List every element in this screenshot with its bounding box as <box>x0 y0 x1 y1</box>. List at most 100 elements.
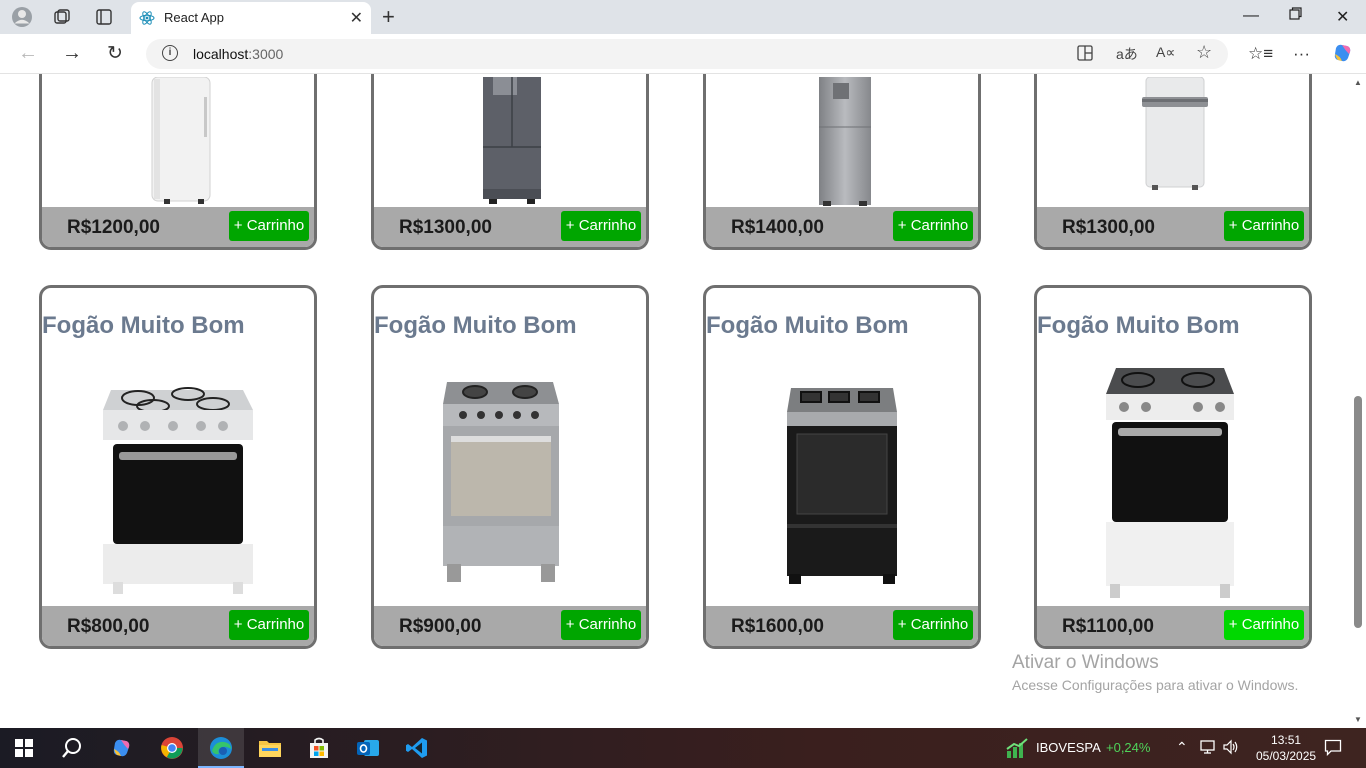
watermark-subtitle: Acesse Configurações para ativar o Windo… <box>1012 677 1299 693</box>
url-bar[interactable]: i localhost:3000 aあ A∝ ☆ <box>146 39 1228 69</box>
product-image-fridge <box>42 77 314 207</box>
ticker-name[interactable]: IBOVESPA <box>1036 740 1101 755</box>
site-info-icon[interactable]: i <box>162 45 178 61</box>
close-tab-icon[interactable]: ✕ <box>350 8 363 28</box>
close-window-icon[interactable]: ✕ <box>1336 7 1349 27</box>
product-image-stove <box>706 384 978 594</box>
product-price: R$800,00 <box>67 616 150 637</box>
volume-icon[interactable] <box>1222 739 1240 758</box>
product-title: Fogão Muito Bom <box>374 312 577 339</box>
product-card: Fogão Muito Bom R$900,00 + Carrinho <box>371 285 649 649</box>
product-card: R$1300,00 + Carrinho <box>371 74 649 250</box>
file-explorer-icon[interactable] <box>257 736 283 760</box>
clock-time: 13:51 <box>1271 733 1302 747</box>
page-scrollbar[interactable]: ▲ ▼ <box>1350 74 1366 728</box>
search-icon[interactable] <box>59 736 85 760</box>
url-text[interactable]: localhost:3000 <box>193 46 283 62</box>
tab-actions-icon[interactable] <box>92 5 116 29</box>
edge-icon[interactable] <box>208 736 234 760</box>
product-price: R$900,00 <box>399 616 482 637</box>
add-to-cart-button[interactable]: + Carrinho <box>893 610 973 640</box>
outlook-icon[interactable] <box>355 736 381 760</box>
forward-icon[interactable]: → <box>62 42 82 65</box>
product-card: R$1300,00 + Carrinho <box>1034 74 1312 250</box>
product-image-fridge <box>706 77 978 207</box>
refresh-icon[interactable]: ↻ <box>107 42 123 65</box>
product-image-fridge <box>1037 77 1309 197</box>
collections-icon[interactable] <box>50 5 74 29</box>
copilot-icon[interactable] <box>1332 42 1354 69</box>
product-title: Fogão Muito Bom <box>42 312 245 339</box>
address-bar-row: ← → ↻ i localhost:3000 aあ A∝ ☆ ☆≡ ··· <box>0 34 1366 74</box>
product-title: Fogão Muito Bom <box>1037 312 1240 339</box>
product-image-fridge <box>374 77 646 207</box>
tab-react-app[interactable]: React App ✕ <box>131 2 371 34</box>
split-screen-icon[interactable] <box>1076 44 1094 66</box>
minimize-icon[interactable]: — <box>1243 7 1259 25</box>
more-options-icon[interactable]: ··· <box>1293 44 1310 64</box>
react-logo-icon <box>139 10 155 26</box>
page-content: R$1200,00 + Carrinho R$1300,00 + Carrinh… <box>0 74 1350 728</box>
chrome-icon[interactable] <box>159 736 185 760</box>
product-image-stove <box>1037 362 1309 602</box>
notifications-icon[interactable] <box>1324 739 1342 759</box>
product-footer: R$800,00 + Carrinho <box>42 606 314 646</box>
product-price: R$1100,00 <box>1062 616 1154 637</box>
add-to-cart-button[interactable]: + Carrinho <box>229 211 309 241</box>
add-to-cart-button[interactable]: + Carrinho <box>561 211 641 241</box>
scroll-thumb[interactable] <box>1354 396 1362 628</box>
back-icon[interactable]: ← <box>18 42 38 65</box>
product-price: R$1400,00 <box>731 217 824 238</box>
product-footer: R$1300,00 + Carrinho <box>374 207 646 247</box>
system-clock[interactable]: 13:51 05/03/2025 <box>1256 732 1316 764</box>
product-card: R$1200,00 + Carrinho <box>39 74 317 250</box>
url-port: :3000 <box>248 46 284 62</box>
product-card: Fogão Muito Bom R$1100,00 + Carrinho <box>1034 285 1312 649</box>
add-to-cart-button[interactable]: + Carrinho <box>561 610 641 640</box>
windows-taskbar: IBOVESPA +0,24% ⌃ 13:51 05/03/2025 <box>0 728 1366 768</box>
show-hidden-icons-icon[interactable]: ⌃ <box>1176 739 1188 756</box>
product-price: R$1300,00 <box>399 217 492 238</box>
product-title: Fogão Muito Bom <box>706 312 909 339</box>
watermark-title: Ativar o Windows <box>1012 652 1159 673</box>
browser-tab-bar: React App ✕ + — ✕ <box>0 0 1366 34</box>
microsoft-store-icon[interactable] <box>306 736 332 760</box>
product-footer: R$1400,00 + Carrinho <box>706 207 978 247</box>
scroll-up-arrow-icon[interactable]: ▲ <box>1354 78 1362 87</box>
product-card: Fogão Muito Bom R$800,00 + Carrinho <box>39 285 317 649</box>
product-card: R$1400,00 + Carrinho <box>703 74 981 250</box>
product-price: R$1200,00 <box>67 217 160 238</box>
product-footer: R$1200,00 + Carrinho <box>42 207 314 247</box>
new-tab-icon[interactable]: + <box>382 4 395 30</box>
tab-title: React App <box>164 10 224 25</box>
product-price: R$1300,00 <box>1062 217 1155 238</box>
product-footer: R$1300,00 + Carrinho <box>1037 207 1309 247</box>
read-aloud-icon[interactable]: A∝ <box>1156 44 1175 61</box>
restore-icon[interactable] <box>1289 7 1302 25</box>
product-card: Fogão Muito Bom R$1600,00 + Carrinho <box>703 285 981 649</box>
copilot-taskbar-icon[interactable] <box>109 736 135 760</box>
url-host: localhost <box>193 46 249 62</box>
stock-chart-icon[interactable] <box>1004 736 1030 760</box>
ticker-change[interactable]: +0,24% <box>1106 740 1150 755</box>
product-footer: R$1100,00 + Carrinho <box>1037 606 1309 646</box>
add-to-cart-button[interactable]: + Carrinho <box>893 211 973 241</box>
profile-icon[interactable] <box>10 5 34 29</box>
add-to-cart-button[interactable]: + Carrinho <box>1224 211 1304 241</box>
start-icon[interactable] <box>11 736 37 760</box>
product-footer: R$1600,00 + Carrinho <box>706 606 978 646</box>
product-image-stove <box>374 378 646 588</box>
vscode-icon[interactable] <box>404 736 430 760</box>
windows-activation-watermark: Ativar o Windows Acesse Configurações pa… <box>1012 652 1298 693</box>
translate-icon[interactable]: aあ <box>1116 44 1138 64</box>
product-footer: R$900,00 + Carrinho <box>374 606 646 646</box>
product-price: R$1600,00 <box>731 616 824 637</box>
clock-date: 05/03/2025 <box>1256 749 1317 763</box>
add-to-cart-button[interactable]: + Carrinho <box>229 610 309 640</box>
favorite-star-icon[interactable]: ☆ <box>1196 42 1212 63</box>
favorites-icon[interactable]: ☆≡ <box>1248 44 1273 64</box>
product-image-stove <box>42 360 314 600</box>
scroll-down-arrow-icon[interactable]: ▼ <box>1354 715 1362 724</box>
add-to-cart-button[interactable]: + Carrinho <box>1224 610 1304 640</box>
network-icon[interactable] <box>1199 739 1217 758</box>
